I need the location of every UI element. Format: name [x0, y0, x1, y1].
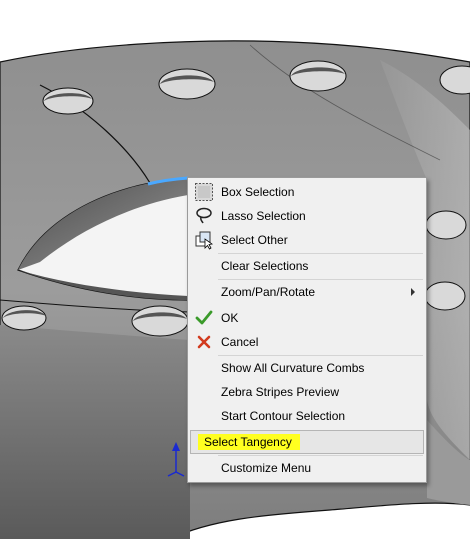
menu-item-customize-menu[interactable]: Customize Menu	[189, 456, 425, 480]
menu-item-ok[interactable]: OK	[189, 306, 425, 330]
menu-item-label: Lasso Selection	[221, 209, 306, 223]
menu-item-box-selection[interactable]: Box Selection	[189, 180, 425, 204]
menu-item-label: Clear Selections	[221, 259, 309, 273]
context-menu: Box Selection Lasso Selection Select Oth…	[187, 177, 427, 483]
menu-item-label: Customize Menu	[221, 461, 312, 475]
menu-item-label: Cancel	[221, 335, 259, 349]
menu-item-zoom-pan-rotate[interactable]: Zoom/Pan/Rotate	[189, 280, 425, 304]
menu-item-label: Select Tangency	[198, 434, 300, 450]
menu-item-lasso-selection[interactable]: Lasso Selection	[189, 204, 425, 228]
menu-item-clear-selections[interactable]: Clear Selections	[189, 254, 425, 278]
hole	[425, 210, 467, 240]
checkmark-icon	[193, 308, 215, 328]
lasso-icon	[193, 206, 215, 226]
menu-item-label: Start Contour Selection	[221, 409, 346, 423]
hole	[289, 60, 347, 92]
select-other-icon	[193, 230, 215, 250]
part-lower-face	[0, 325, 190, 539]
hole	[158, 68, 216, 100]
menu-item-start-contour-selection[interactable]: Start Contour Selection	[189, 404, 425, 428]
menu-item-label: Select Other	[221, 233, 288, 247]
menu-item-show-all-curvature-combs[interactable]: Show All Curvature Combs	[189, 356, 425, 380]
hole	[42, 87, 94, 115]
submenu-arrow-icon	[411, 288, 415, 296]
menu-item-label: OK	[221, 311, 239, 325]
menu-item-zebra-stripes-preview[interactable]: Zebra Stripes Preview	[189, 380, 425, 404]
menu-item-select-tangency[interactable]: Select Tangency	[190, 430, 424, 454]
menu-item-cancel[interactable]: Cancel	[189, 330, 425, 354]
menu-item-label: Zebra Stripes Preview	[221, 385, 340, 399]
hole	[131, 305, 189, 337]
menu-item-select-other[interactable]: Select Other	[189, 228, 425, 252]
close-icon	[193, 332, 215, 352]
menu-item-label: Box Selection	[221, 185, 295, 199]
menu-item-label: Zoom/Pan/Rotate	[221, 285, 316, 299]
box-selection-icon	[193, 182, 215, 202]
hole	[424, 281, 466, 311]
hole	[1, 305, 47, 331]
menu-item-label: Show All Curvature Combs	[221, 361, 365, 375]
